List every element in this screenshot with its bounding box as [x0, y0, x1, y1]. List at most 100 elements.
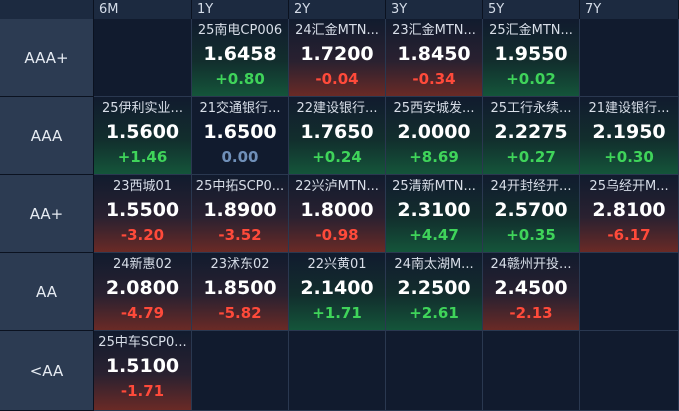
empty-cell: [580, 19, 679, 97]
bond-change: +0.30: [604, 148, 654, 166]
bond-name: 23西城01: [112, 179, 173, 194]
column-header-3y[interactable]: 3Y: [386, 0, 483, 19]
bond-yield: 1.6500: [203, 121, 277, 143]
bond-change: -0.98: [315, 226, 359, 244]
bond-name: 25中拓SCP0...: [195, 179, 285, 194]
column-header-7y[interactable]: 7Y: [580, 0, 679, 19]
bond-yield: 2.0000: [397, 121, 471, 143]
bond-name: 25乌经开M...: [589, 179, 669, 194]
bond-change: -4.79: [120, 304, 165, 322]
bond-change: +1.71: [312, 304, 362, 322]
bond-change: -3.20: [120, 226, 165, 244]
bond-change: +0.35: [506, 226, 556, 244]
bond-cell[interactable]: 25南电CP006 1.6458 +0.80: [192, 19, 289, 97]
bond-change: -2.13: [509, 304, 553, 322]
bond-yield: 2.4500: [494, 277, 568, 299]
bond-cell[interactable]: 25汇金MTN... 1.9550 +0.02: [483, 19, 580, 97]
bond-yield: 2.5700: [494, 199, 568, 221]
bond-yield: 1.6458: [203, 43, 277, 65]
bond-yield: 2.2500: [397, 277, 471, 299]
bond-cell[interactable]: 24南太湖M... 2.2500 +2.61: [386, 253, 483, 331]
bond-cell[interactable]: 25西安城发... 2.0000 +8.69: [386, 97, 483, 175]
bond-yield: 2.1400: [300, 277, 374, 299]
bond-name: 25工行永续...: [490, 101, 572, 116]
bond-cell[interactable]: 25清新MTN... 2.3100 +4.47: [386, 175, 483, 253]
empty-cell: [580, 253, 679, 331]
bond-change: -0.34: [412, 70, 456, 88]
bond-name: 23汇金MTN...: [392, 23, 476, 38]
bond-cell[interactable]: 22兴泸MTN... 1.8000 -0.98: [289, 175, 386, 253]
bond-change: +8.69: [409, 148, 459, 166]
column-header-5y[interactable]: 5Y: [483, 0, 580, 19]
bond-cell[interactable]: 22建设银行... 1.7650 +0.24: [289, 97, 386, 175]
row-label-rating: <AA: [0, 331, 94, 411]
bond-cell[interactable]: 24汇金MTN... 1.7200 -0.04: [289, 19, 386, 97]
bond-cell[interactable]: 25工行永续... 2.2275 +0.27: [483, 97, 580, 175]
bond-change: -3.52: [218, 226, 262, 244]
bond-yield: 1.5600: [105, 121, 180, 143]
bond-yield: 1.8000: [300, 199, 374, 221]
bond-yield: 2.3100: [397, 199, 471, 221]
bond-name: 25中车SCP0...: [98, 335, 187, 350]
bond-yield: 2.8100: [592, 199, 666, 221]
bond-name: 21交通银行...: [199, 101, 281, 116]
bond-change: +4.47: [409, 226, 459, 244]
bond-cell[interactable]: 22兴黄01 2.1400 +1.71: [289, 253, 386, 331]
column-header-6m[interactable]: 6M: [94, 0, 192, 19]
bond-name: 24赣州开投...: [490, 257, 572, 272]
bond-cell[interactable]: 25乌经开M... 2.8100 -6.17: [580, 175, 679, 253]
column-header-1y[interactable]: 1Y: [192, 0, 289, 19]
bond-yield: 2.2275: [494, 121, 568, 143]
bond-change: +0.02: [506, 70, 556, 88]
bond-cell[interactable]: 24赣州开投... 2.4500 -2.13: [483, 253, 580, 331]
bond-name: 25南电CP006: [197, 23, 283, 38]
bond-yield: 1.5500: [105, 199, 180, 221]
bond-change: 0.00: [221, 148, 259, 166]
bond-cell[interactable]: 23汇金MTN... 1.8450 -0.34: [386, 19, 483, 97]
bond-name: 23沭东02: [210, 257, 270, 272]
bond-cell[interactable]: 25伊利实业... 1.5600 +1.46: [94, 97, 192, 175]
bond-cell[interactable]: 24开封经开... 2.5700 +0.35: [483, 175, 580, 253]
bond-cell[interactable]: 25中拓SCP0... 1.8900 -3.52: [192, 175, 289, 253]
row-label-rating: AA+: [0, 175, 94, 253]
empty-cell: [94, 19, 192, 97]
empty-cell: [386, 331, 483, 411]
bond-cell[interactable]: 25中车SCP0... 1.5100 -1.71: [94, 331, 192, 411]
rating-tenor-yield-grid: 6M 1Y 2Y 3Y 5Y 7Y AAA+ 25南电CP006 1.6458 +0.…: [0, 0, 679, 411]
bond-name: 25汇金MTN...: [489, 23, 573, 38]
bond-cell[interactable]: 23沭东02 1.8500 -5.82: [192, 253, 289, 331]
bond-yield: 2.0800: [105, 277, 180, 299]
column-header-2y[interactable]: 2Y: [289, 0, 386, 19]
bond-name: 25清新MTN...: [392, 179, 476, 194]
bond-name: 22兴黄01: [307, 257, 367, 272]
bond-change: -0.04: [315, 70, 359, 88]
bond-yield: 1.8900: [203, 199, 277, 221]
bond-name: 21建设银行...: [588, 101, 670, 116]
bond-name: 24南太湖M...: [394, 257, 474, 272]
bond-yield: 1.8450: [397, 43, 471, 65]
bond-change: +0.80: [215, 70, 265, 88]
empty-cell: [289, 331, 386, 411]
bond-cell[interactable]: 24新惠02 2.0800 -4.79: [94, 253, 192, 331]
bond-change: +1.46: [117, 148, 168, 166]
row-label-rating: AAA: [0, 97, 94, 175]
bond-change: -6.17: [607, 226, 651, 244]
bond-change: +0.24: [312, 148, 362, 166]
bond-yield: 1.8500: [203, 277, 277, 299]
row-label-rating: AA: [0, 253, 94, 331]
bond-name: 22兴泸MTN...: [295, 179, 379, 194]
bond-name: 24汇金MTN...: [295, 23, 379, 38]
bond-cell[interactable]: 21交通银行... 1.6500 0.00: [192, 97, 289, 175]
bond-yield: 1.5100: [105, 355, 180, 377]
row-label-rating: AAA+: [0, 19, 94, 97]
bond-name: 24新惠02: [112, 257, 173, 272]
empty-cell: [192, 331, 289, 411]
bond-cell[interactable]: 23西城01 1.5500 -3.20: [94, 175, 192, 253]
bond-cell[interactable]: 21建设银行... 2.1950 +0.30: [580, 97, 679, 175]
empty-cell: [483, 331, 580, 411]
bond-name: 22建设银行...: [296, 101, 378, 116]
bond-change: +2.61: [409, 304, 459, 322]
bond-name: 24开封经开...: [490, 179, 572, 194]
bond-change: -1.71: [120, 382, 165, 400]
bond-name: 25西安城发...: [393, 101, 475, 116]
